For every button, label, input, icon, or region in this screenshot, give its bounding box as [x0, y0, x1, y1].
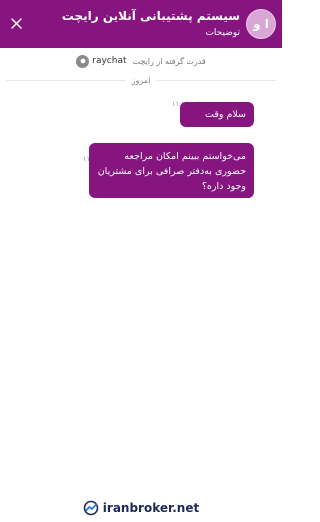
raychat-logo-text: raychat — [92, 56, 127, 66]
raychat-logo-icon — [76, 54, 90, 68]
avatar: ا و — [246, 9, 276, 39]
close-icon — [10, 17, 22, 29]
message-text: می‌خواستم ببینم امکان مراجعه حضوری به‌دف… — [97, 151, 246, 192]
footer-brand: iranbroker.net — [0, 498, 282, 518]
chat-header: ا و سیستم پشتیبانی آنلاین رایچت توضیحات — [0, 0, 282, 48]
powered-by-text: قدرت گرفته از رایچت — [132, 56, 206, 66]
message-bubble: سلام وقت بخیر — [180, 102, 254, 135]
message-bubble: می‌خواستم ببینم امکان مراجعه حضوری به‌دف… — [89, 143, 254, 198]
footer-brand-text: iranbroker.net — [102, 501, 200, 515]
raychat-logo[interactable]: raychat — [76, 54, 127, 68]
message-text: سلام وقت بخیر — [205, 109, 246, 135]
iranbroker-logo-icon — [83, 500, 99, 516]
chat-subtitle: توضیحات — [205, 28, 240, 38]
day-label: امروز — [125, 76, 157, 85]
close-button[interactable] — [8, 15, 24, 31]
powered-by-bar: raychat قدرت گرفته از رایچت — [0, 48, 282, 74]
chat-title: سیستم پشتیبانی آنلاین رایچت — [61, 9, 240, 23]
